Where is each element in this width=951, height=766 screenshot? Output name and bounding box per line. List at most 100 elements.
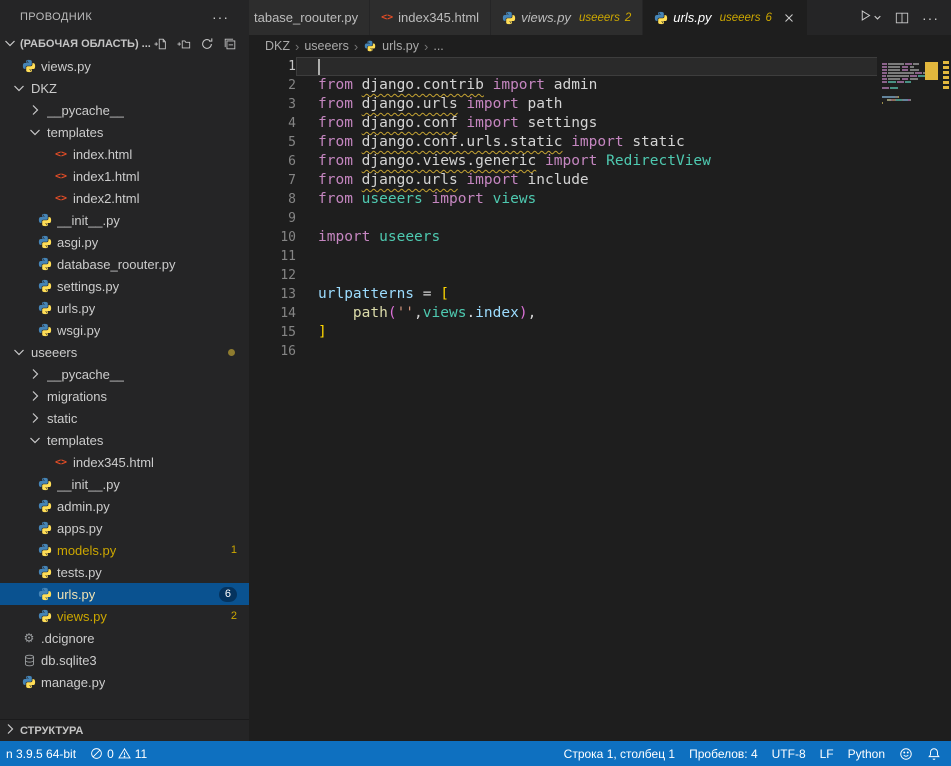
code-line-9[interactable]: 9 [249, 209, 951, 228]
tree-file-wsgi.py[interactable]: wsgi.py [0, 319, 249, 341]
refresh-icon[interactable] [200, 37, 214, 51]
tree-file-urls.py[interactable]: urls.py [0, 297, 249, 319]
code-editor[interactable]: 12from django.contrib import admin3from … [249, 57, 951, 741]
run-button[interactable] [859, 9, 882, 27]
line-number[interactable]: 14 [249, 304, 296, 323]
tree-file-admin.py[interactable]: admin.py [0, 495, 249, 517]
tree-file-urls.py[interactable]: urls.py6 [0, 583, 249, 605]
line-number[interactable]: 16 [249, 342, 296, 361]
tree-file-index1.html[interactable]: <>index1.html [0, 165, 249, 187]
python-version-status[interactable]: n 3.9.5 64-bit [6, 741, 76, 766]
line-number[interactable]: 2 [249, 76, 296, 95]
new-file-icon[interactable] [154, 37, 168, 51]
code-line-1[interactable]: 1 [249, 57, 951, 76]
notifications-bell-icon[interactable] [927, 741, 941, 766]
tree-item-label: templates [47, 433, 103, 448]
tree-folder-__pycache__[interactable]: __pycache__ [0, 99, 249, 121]
tab-index345.html[interactable]: <>index345.html [370, 0, 491, 35]
code-line-13[interactable]: 13urlpatterns = [ [249, 285, 951, 304]
tab-views.py[interactable]: views.pyuseeers2 [491, 0, 643, 35]
tree-file-index.html[interactable]: <>index.html [0, 143, 249, 165]
line-number[interactable]: 4 [249, 114, 296, 133]
tree-file-apps.py[interactable]: apps.py [0, 517, 249, 539]
line-number[interactable]: 13 [249, 285, 296, 304]
tree-file-__init__.py[interactable]: __init__.py [0, 209, 249, 231]
tree-file-index345.html[interactable]: <>index345.html [0, 451, 249, 473]
tree-file-views.py[interactable]: views.py [0, 55, 249, 77]
tree-file-.dcignore[interactable]: ⚙.dcignore [0, 627, 249, 649]
tab-label: index345.html [398, 10, 479, 25]
line-number[interactable]: 3 [249, 95, 296, 114]
tree-file-manage.py[interactable]: manage.py [0, 671, 249, 693]
tree-file-views.py[interactable]: views.py2 [0, 605, 249, 627]
problems-status[interactable]: 0 11 [90, 741, 147, 766]
code-line-4[interactable]: 4from django.conf import settings [249, 114, 951, 133]
line-number[interactable]: 6 [249, 152, 296, 171]
line-number[interactable]: 7 [249, 171, 296, 190]
code-line-3[interactable]: 3from django.urls import path [249, 95, 951, 114]
code-text [296, 342, 951, 361]
line-number[interactable]: 9 [249, 209, 296, 228]
code-text: from useeers import views [296, 190, 951, 209]
code-line-7[interactable]: 7from django.urls import include [249, 171, 951, 190]
tree-folder-migrations[interactable]: migrations [0, 385, 249, 407]
tree-file-db.sqlite3[interactable]: db.sqlite3 [0, 649, 249, 671]
tree-folder-useeers[interactable]: useeers [0, 341, 249, 363]
feedback-smiley-icon[interactable] [899, 741, 913, 766]
tree-file-index2.html[interactable]: <>index2.html [0, 187, 249, 209]
indentation-status[interactable]: Пробелов: 4 [689, 741, 758, 766]
tree-folder-templates[interactable]: templates [0, 429, 249, 451]
collapse-all-icon[interactable] [223, 37, 237, 51]
code-line-15[interactable]: 15] [249, 323, 951, 342]
split-editor-button[interactable] [895, 11, 909, 25]
line-number[interactable]: 11 [249, 247, 296, 266]
tree-file-__init__.py[interactable]: __init__.py [0, 473, 249, 495]
code-line-11[interactable]: 11 [249, 247, 951, 266]
tab-tabase_roouter.py[interactable]: tabase_roouter.py [249, 0, 370, 35]
breadcrumb-item-symbol[interactable]: ... [433, 39, 443, 53]
breadcrumb-item-useeers[interactable]: useeers [304, 39, 348, 53]
tree-file-asgi.py[interactable]: asgi.py [0, 231, 249, 253]
breadcrumb: DKZ › useeers › urls.py › ... [249, 35, 951, 57]
line-number[interactable]: 1 [249, 57, 296, 76]
tree-file-models.py[interactable]: models.py1 [0, 539, 249, 561]
tab-urls.py[interactable]: urls.pyuseeers6 [643, 0, 808, 35]
code-line-12[interactable]: 12 [249, 266, 951, 285]
tree-file-settings.py[interactable]: settings.py [0, 275, 249, 297]
explorer-more-button[interactable]: ··· [212, 10, 229, 24]
tree-file-database_roouter.py[interactable]: database_roouter.py [0, 253, 249, 275]
language-mode-status[interactable]: Python [848, 741, 885, 766]
line-number[interactable]: 10 [249, 228, 296, 247]
code-line-5[interactable]: 5from django.conf.urls.static import sta… [249, 133, 951, 152]
editor-more-button[interactable]: ··· [922, 11, 939, 25]
code-line-8[interactable]: 8from useeers import views [249, 190, 951, 209]
line-number[interactable]: 5 [249, 133, 296, 152]
explorer-title: ПРОВОДНИК [20, 11, 92, 23]
tab-label: tabase_roouter.py [254, 10, 358, 25]
close-icon[interactable] [782, 11, 796, 25]
tree-folder-templates[interactable]: templates [0, 121, 249, 143]
minimap[interactable] [877, 57, 951, 741]
breadcrumb-item-dkz[interactable]: DKZ [265, 39, 290, 53]
minimap-warning-mark [925, 77, 938, 80]
outline-section-header[interactable]: СТРУКТУРА [0, 719, 249, 741]
line-number[interactable]: 15 [249, 323, 296, 342]
encoding-status[interactable]: UTF-8 [772, 741, 806, 766]
tree-folder-static[interactable]: static [0, 407, 249, 429]
new-folder-icon[interactable] [177, 37, 191, 51]
code-line-10[interactable]: 10import useeers [249, 228, 951, 247]
code-line-2[interactable]: 2from django.contrib import admin [249, 76, 951, 95]
eol-status[interactable]: LF [820, 741, 834, 766]
line-number[interactable]: 8 [249, 190, 296, 209]
code-text [296, 266, 951, 285]
code-line-14[interactable]: 14 path('',views.index), [249, 304, 951, 323]
cursor-position-status[interactable]: Строка 1, столбец 1 [564, 741, 675, 766]
code-line-6[interactable]: 6from django.views.generic import Redire… [249, 152, 951, 171]
workspace-section-header[interactable]: (РАБОЧАЯ ОБЛАСТЬ) ... [0, 33, 249, 55]
tree-folder-DKZ[interactable]: DKZ [0, 77, 249, 99]
code-line-16[interactable]: 16 [249, 342, 951, 361]
breadcrumb-item-urls-py[interactable]: urls.py [382, 39, 419, 53]
line-number[interactable]: 12 [249, 266, 296, 285]
tree-folder-__pycache__[interactable]: __pycache__ [0, 363, 249, 385]
tree-file-tests.py[interactable]: tests.py [0, 561, 249, 583]
